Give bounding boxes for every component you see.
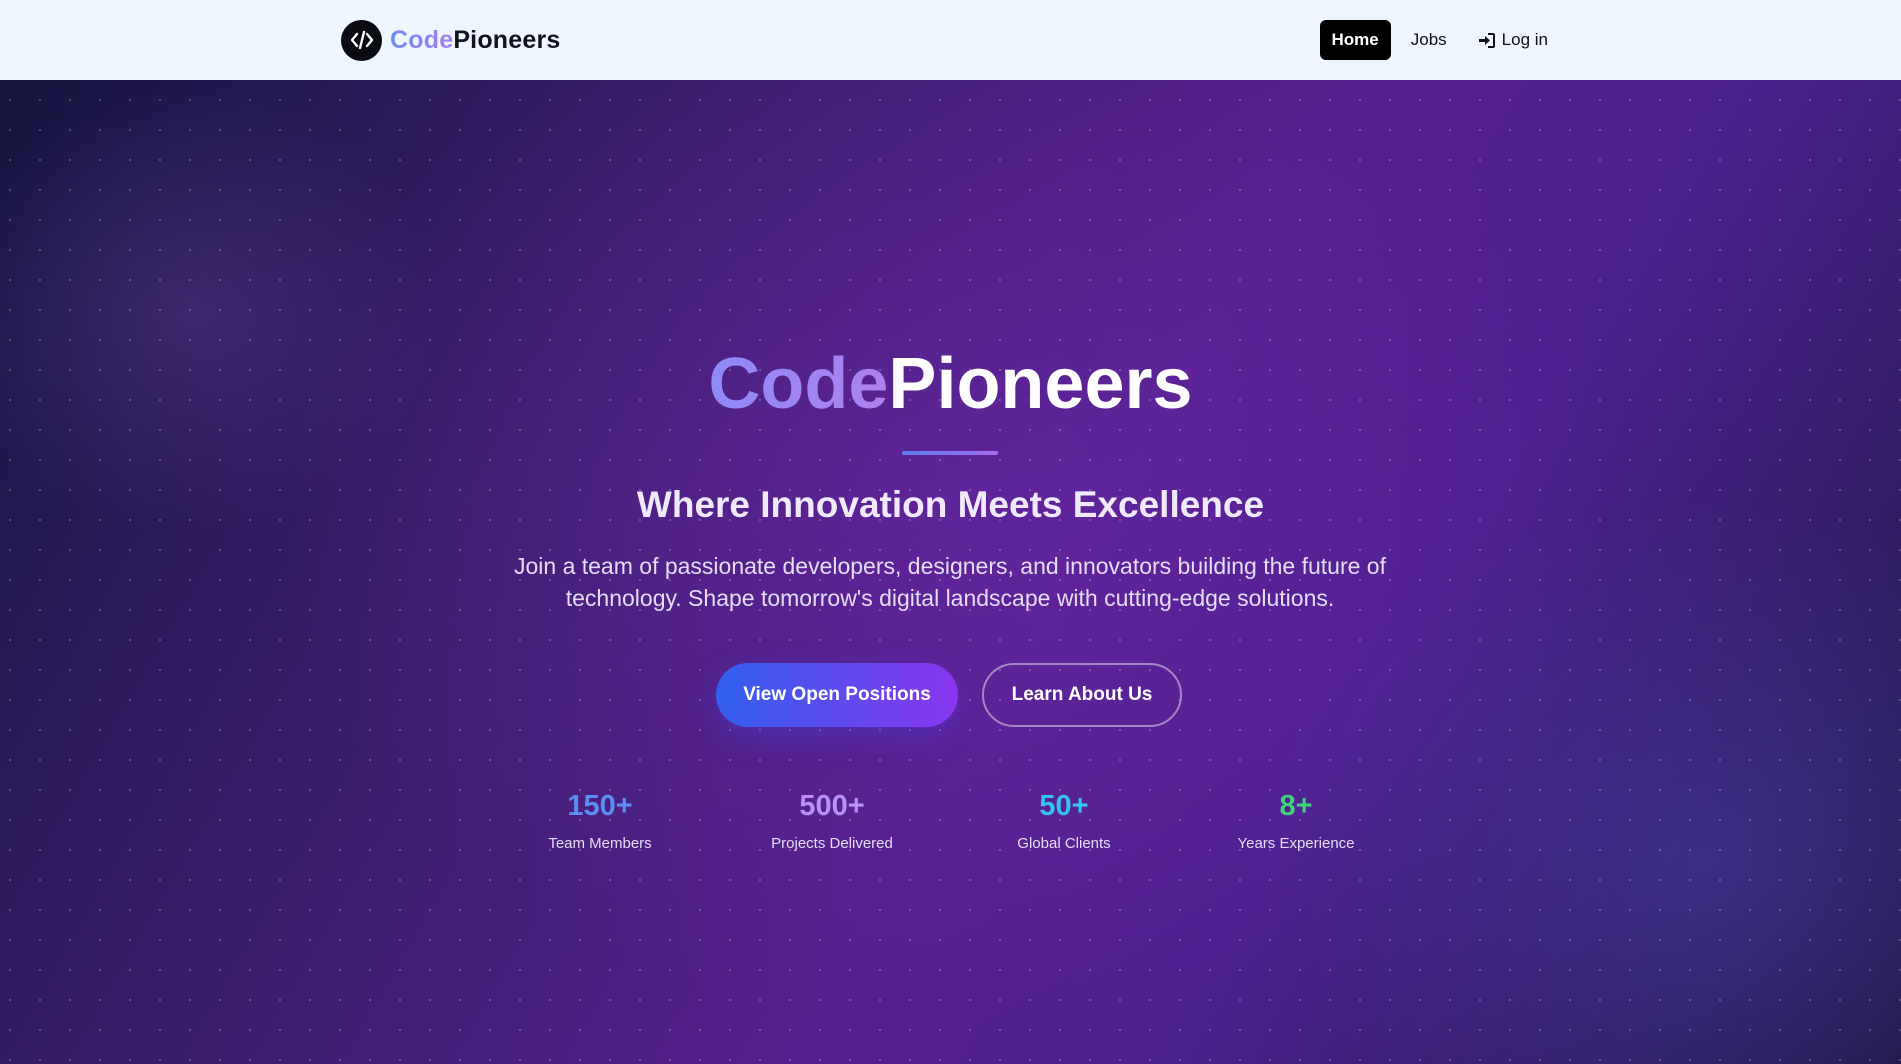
brand-name-code: Code xyxy=(390,25,454,54)
nav-jobs-link[interactable]: Jobs xyxy=(1411,30,1447,50)
hero-subtitle: Where Innovation Meets Excellence xyxy=(636,484,1265,525)
hero-title-code: Code xyxy=(708,344,889,424)
stat-label: Team Members xyxy=(548,835,652,852)
hero-title: CodePioneers xyxy=(0,348,1901,420)
stat-years-experience: 8+ Years Experience xyxy=(1186,790,1406,853)
brand-name: CodePioneers xyxy=(390,26,561,55)
title-underline xyxy=(902,451,998,455)
stat-value: 8+ xyxy=(1279,790,1313,822)
stat-value: 50+ xyxy=(1039,790,1089,822)
code-brackets-icon xyxy=(341,19,382,61)
view-open-positions-button[interactable]: View Open Positions xyxy=(716,663,958,727)
stats-row: 150+ Team Members 500+ Projects Delivere… xyxy=(490,792,1410,872)
nav-links: Home Jobs Log in xyxy=(1319,20,1548,60)
learn-about-us-button[interactable]: Learn About Us xyxy=(982,663,1182,727)
nav-home-link[interactable]: Home xyxy=(1319,20,1391,60)
stat-value: 150+ xyxy=(567,790,633,822)
navbar-inner: CodePioneers Home Jobs Log in xyxy=(341,0,1548,80)
stat-value: 500+ xyxy=(799,790,865,822)
nav-login-link[interactable]: Log in xyxy=(1478,30,1548,50)
stat-label: Years Experience xyxy=(1237,835,1355,852)
stat-label: Projects Delivered xyxy=(771,835,893,852)
hero-title-pioneers: Pioneers xyxy=(888,344,1193,424)
brand-link[interactable]: CodePioneers xyxy=(341,19,561,61)
stat-projects-delivered: 500+ Projects Delivered xyxy=(722,790,942,853)
hero-section: CodePioneers Where Innovation Meets Exce… xyxy=(0,80,1901,1064)
sign-in-icon xyxy=(1478,32,1495,48)
hero-content: CodePioneers Where Innovation Meets Exce… xyxy=(0,80,1901,1064)
stat-label: Global Clients xyxy=(1017,835,1111,852)
stat-team-members: 150+ Team Members xyxy=(490,790,710,853)
nav-login-label: Log in xyxy=(1501,30,1548,49)
brand-name-pioneers: Pioneers xyxy=(453,25,561,54)
stat-global-clients: 50+ Global Clients xyxy=(954,790,1174,853)
navbar: CodePioneers Home Jobs Log in xyxy=(0,0,1901,80)
hero-description: Join a team of passionate developers, de… xyxy=(513,553,1386,611)
